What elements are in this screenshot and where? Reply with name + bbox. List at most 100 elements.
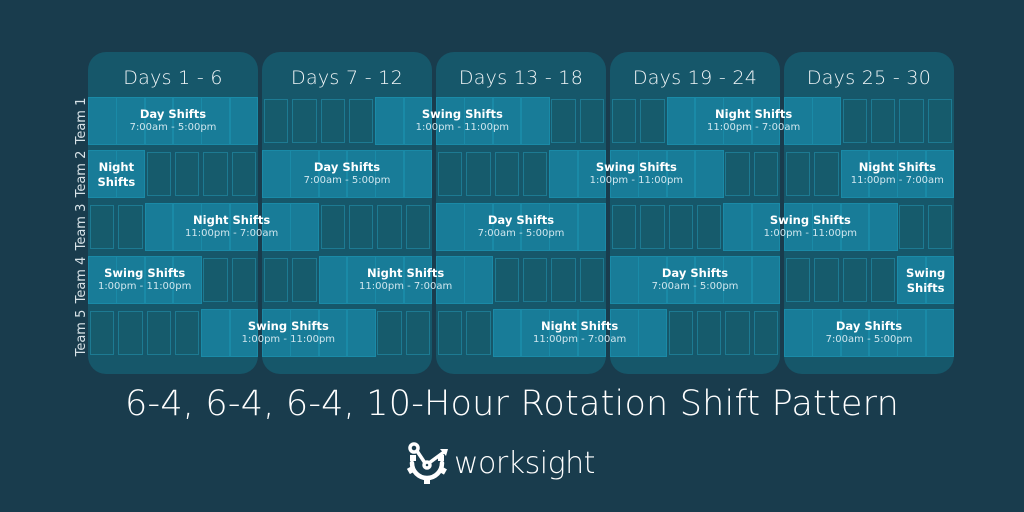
team-label: Team 2: [74, 150, 89, 198]
off-day-cell: [466, 152, 491, 196]
off-day-cell: [264, 258, 289, 302]
off-day-cell: [175, 152, 200, 196]
work-day-cell: [290, 309, 320, 357]
work-day-cell: [144, 256, 174, 304]
work-day-cell: [521, 97, 550, 145]
team-label: Team 3: [74, 203, 89, 251]
work-day-cell: [403, 97, 433, 145]
off-day-cell: [175, 311, 200, 355]
team-label: Team 1: [74, 97, 89, 145]
work-day-cell: [492, 309, 522, 357]
work-day-cell: [201, 97, 231, 145]
off-day-cell: [292, 258, 317, 302]
diagram-title: 6-4, 6-4, 6-4, 10-Hour Rotation Shift Pa…: [125, 384, 899, 424]
off-day-cell: [494, 258, 519, 302]
work-day-cell: [201, 309, 231, 357]
off-day-cell: [118, 205, 143, 249]
off-day-cell: [203, 152, 228, 196]
off-day-cell: [264, 99, 289, 143]
work-day-cell: [492, 203, 522, 251]
work-day-cell: [784, 203, 813, 251]
work-day-cell: [610, 256, 639, 304]
work-day-cell: [925, 309, 955, 357]
off-day-cell: [438, 311, 463, 355]
off-day-cell: [612, 205, 637, 249]
off-day-cell: [668, 205, 693, 249]
work-day-cell: [695, 97, 724, 145]
work-day-cell: [347, 256, 376, 304]
work-day-cell: [229, 203, 259, 251]
off-day-cell: [292, 99, 317, 143]
off-day-cell: [786, 152, 811, 196]
column-header: Days 7 - 12: [291, 67, 403, 89]
off-day-cell: [579, 258, 604, 302]
off-day-cell: [668, 311, 693, 355]
work-day-cell: [577, 203, 607, 251]
off-day-cell: [753, 152, 778, 196]
off-day-cell: [349, 99, 374, 143]
off-day-cell: [320, 205, 345, 249]
off-day-cell: [231, 258, 256, 302]
work-day-cell: [638, 150, 668, 198]
work-day-cell: [869, 309, 898, 357]
off-day-cell: [349, 205, 374, 249]
work-day-cell: [549, 309, 579, 357]
work-day-cell: [666, 97, 696, 145]
work-day-cell: [436, 203, 465, 251]
work-day-cell: [897, 256, 927, 304]
off-day-cell: [203, 258, 228, 302]
work-day-cell: [262, 309, 291, 357]
work-day-cell: [318, 150, 348, 198]
off-day-cell: [927, 205, 952, 249]
work-day-cell: [318, 256, 348, 304]
work-day-cell: [464, 97, 494, 145]
off-day-cell: [640, 205, 665, 249]
off-day-cell: [725, 152, 750, 196]
work-day-cell: [577, 150, 607, 198]
off-day-cell: [579, 99, 604, 143]
off-day-cell: [842, 258, 867, 302]
work-day-cell: [436, 256, 465, 304]
logo-text: worksight: [454, 445, 595, 481]
work-day-cell: [840, 203, 870, 251]
off-day-cell: [523, 152, 548, 196]
work-day-cell: [492, 97, 522, 145]
work-day-cell: [229, 309, 259, 357]
off-day-cell: [871, 99, 896, 143]
work-day-cell: [403, 150, 433, 198]
off-day-cell: [438, 152, 463, 196]
off-day-cell: [899, 99, 924, 143]
off-day-cell: [814, 152, 839, 196]
work-day-cell: [347, 150, 376, 198]
work-day-cell: [464, 203, 494, 251]
work-day-cell: [549, 150, 579, 198]
worksight-logo: worksight: [404, 441, 595, 485]
work-day-cell: [784, 97, 813, 145]
work-day-cell: [723, 97, 753, 145]
off-day-cell: [231, 152, 256, 196]
off-day-cell: [466, 311, 491, 355]
work-day-cell: [521, 203, 550, 251]
work-day-cell: [521, 309, 550, 357]
work-day-cell: [723, 203, 753, 251]
gear-wrench-arrow-icon: [406, 442, 448, 484]
work-day-cell: [144, 97, 174, 145]
work-day-cell: [347, 309, 376, 357]
work-day-cell: [666, 256, 696, 304]
off-day-cell: [697, 311, 722, 355]
work-day-cell: [840, 150, 870, 198]
off-day-cell: [899, 205, 924, 249]
work-day-cell: [116, 97, 146, 145]
work-day-cell: [116, 150, 146, 198]
work-day-cell: [375, 150, 405, 198]
work-day-cell: [812, 203, 842, 251]
work-day-cell: [869, 150, 898, 198]
off-day-cell: [871, 258, 896, 302]
work-day-cell: [638, 256, 668, 304]
team-label: Team 4: [74, 256, 89, 304]
off-day-cell: [551, 258, 576, 302]
work-day-cell: [577, 309, 607, 357]
work-day-cell: [549, 203, 579, 251]
off-day-cell: [146, 311, 171, 355]
work-day-cell: [88, 150, 117, 198]
